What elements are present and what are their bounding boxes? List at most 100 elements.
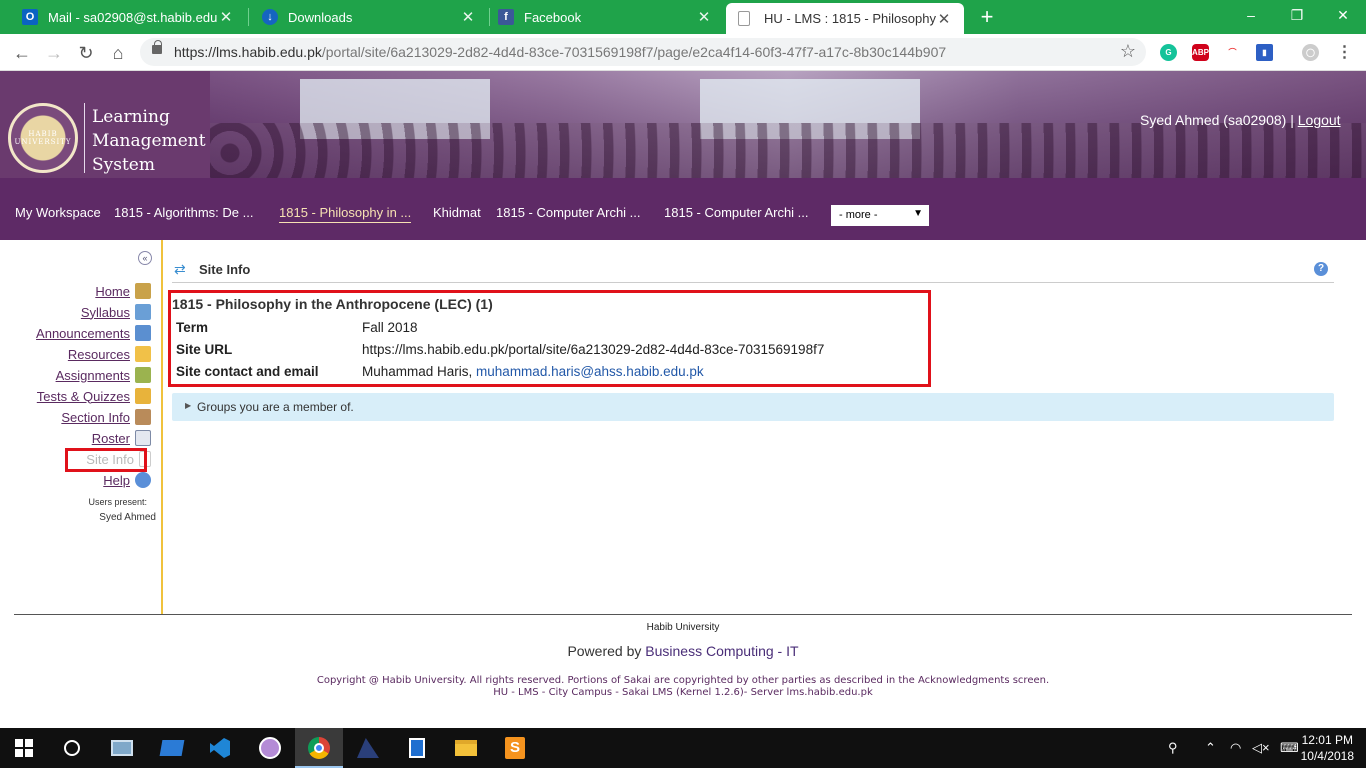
tool-section-info[interactable]: Section Info (61, 408, 151, 426)
tool-label[interactable]: Announcements (36, 326, 130, 341)
tool-label[interactable]: Resources (68, 347, 130, 362)
tool-resources[interactable]: Resources (68, 345, 151, 363)
seal-text: HABIB UNIVERSITY (14, 130, 72, 146)
tool-label[interactable]: Assignments (56, 368, 130, 383)
grammarly-icon[interactable]: G (1160, 44, 1177, 61)
close-icon[interactable]: ✕ (936, 10, 952, 28)
computer-app-icon[interactable] (158, 734, 186, 762)
tab-mail[interactable]: O Mail - sa02908@st.habib.edu.pk ✕ (10, 0, 246, 34)
facebook-icon: f (498, 9, 514, 25)
search-icon[interactable] (58, 734, 86, 762)
logout-link[interactable]: Logout (1298, 112, 1341, 128)
tab-label: Facebook (524, 9, 582, 25)
tab-facebook[interactable]: f Facebook ✕ (486, 0, 724, 34)
new-tab-button[interactable]: + (976, 4, 998, 30)
logo-line: System (92, 155, 155, 175)
groups-toggle[interactable]: ▶ Groups you are a member of. (172, 393, 1334, 421)
users-present-name: Syed Ahmed (99, 512, 156, 523)
tool-label[interactable]: Home (95, 284, 130, 299)
dropdown-arrow-icon: ▼ (913, 208, 923, 219)
tab-lms[interactable]: HU - LMS : 1815 - Philosophy in t ✕ (726, 3, 964, 34)
powered-prefix: Powered by (567, 643, 642, 659)
tool-tests-quizzes[interactable]: Tests & Quizzes (37, 387, 151, 405)
collapse-nav-icon[interactable]: « (138, 251, 152, 265)
footer-org: Habib University (646, 622, 720, 633)
close-icon[interactable]: ✕ (460, 8, 476, 26)
menu-kebab-icon[interactable]: ⋮ (1336, 44, 1353, 61)
expand-triangle-icon: ▶ (185, 401, 192, 410)
tool-label[interactable]: Help (103, 473, 130, 488)
forward-icon[interactable]: → (40, 39, 68, 67)
profile-icon[interactable]: ◯ (1302, 44, 1319, 61)
people-icon[interactable]: ⚲ (1168, 740, 1178, 756)
windows-start-icon[interactable] (10, 734, 38, 762)
tool-help[interactable]: Help (103, 471, 151, 489)
maximize-button[interactable]: ❐ (1274, 0, 1320, 30)
extension-icon[interactable]: ▮ (1256, 44, 1273, 61)
site-tab-my-workspace[interactable]: My Workspace (15, 205, 101, 220)
home-icon[interactable]: ⌂ (104, 39, 132, 67)
lock-icon (152, 40, 162, 54)
powered-brand[interactable]: Business Computing - IT (645, 643, 798, 659)
tool-announcements[interactable]: Announcements (36, 324, 151, 342)
url-host: https://lms.habib.edu.pk (174, 44, 322, 60)
user-name: Syed Ahmed (sa02908) (1140, 112, 1287, 128)
this-pc-icon[interactable] (108, 734, 136, 762)
system-clock[interactable]: 12:01 PM 10/4/2018 (1301, 732, 1354, 764)
reload-icon[interactable]: ↻ (72, 39, 100, 67)
close-window-button[interactable]: ✕ (1320, 0, 1366, 30)
browser-toolbar: ← → ↻ ⌂ https://lms.habib.edu.pk/portal/… (0, 34, 1366, 71)
people-icon (135, 409, 151, 425)
url-text: https://lms.habib.edu.pk/portal/site/6a2… (174, 44, 946, 60)
site-nav-bar: My Workspace 1815 - Algorithms: De ... 1… (0, 178, 1366, 240)
site-tab-algorithms[interactable]: 1815 - Algorithms: De ... (114, 205, 253, 220)
help-icon[interactable]: ? (1314, 262, 1328, 276)
address-bar[interactable]: https://lms.habib.edu.pk/portal/site/6a2… (140, 38, 1146, 66)
syllabus-icon (135, 304, 151, 320)
bookmark-star-icon[interactable]: ☆ (1120, 41, 1136, 62)
pencil-icon (135, 388, 151, 404)
tool-home[interactable]: Home (95, 282, 151, 300)
more-sites-select[interactable]: - more - ▼ (831, 205, 929, 226)
github-desktop-icon[interactable] (256, 734, 284, 762)
rainbow-extension-icon[interactable]: ⌒ (1224, 44, 1241, 61)
tool-label[interactable]: Syllabus (81, 305, 130, 320)
roster-card-icon (135, 430, 151, 446)
photos-icon[interactable] (403, 734, 431, 762)
volume-icon[interactable]: ◁× (1252, 740, 1270, 756)
site-tab-khidmat[interactable]: Khidmat (433, 205, 481, 220)
minimize-button[interactable]: – (1228, 0, 1274, 30)
tool-label[interactable]: Section Info (61, 410, 130, 425)
close-icon[interactable]: ✕ (696, 8, 712, 26)
header-banner: HABIB UNIVERSITY Learning Management Sys… (0, 71, 1366, 178)
lms-logo-text[interactable]: Learning Management System (92, 105, 206, 177)
show-hidden-icons[interactable]: ⌃ (1205, 740, 1216, 756)
tool-syllabus[interactable]: Syllabus (81, 303, 151, 321)
tab-downloads[interactable]: ↓ Downloads ✕ (250, 0, 488, 34)
tool-assignments[interactable]: Assignments (56, 366, 151, 384)
tool-label[interactable]: Roster (92, 431, 130, 446)
tool-label[interactable]: Tests & Quizzes (37, 389, 130, 404)
folder-icon (135, 346, 151, 362)
wifi-icon[interactable]: ◠ (1230, 740, 1241, 756)
megaphone-icon (135, 325, 151, 341)
back-icon[interactable]: ← (8, 39, 36, 67)
file-explorer-icon[interactable] (452, 734, 480, 762)
sublime-text-icon[interactable]: S (501, 734, 529, 762)
adblock-icon[interactable]: ABP (1192, 44, 1209, 61)
chrome-icon[interactable] (295, 728, 343, 768)
language-icon[interactable]: ⌨ (1280, 740, 1299, 756)
close-icon[interactable]: ✕ (218, 8, 234, 26)
site-tab-computer-arch-1[interactable]: 1815 - Computer Archi ... (496, 205, 641, 220)
university-seal-logo[interactable]: HABIB UNIVERSITY (8, 103, 78, 173)
page-icon (738, 11, 750, 26)
logo-line: Learning (92, 107, 170, 127)
vscode-icon[interactable] (206, 734, 234, 762)
logo-line: Management (92, 131, 206, 151)
site-tab-computer-arch-2[interactable]: 1815 - Computer Archi ... (664, 205, 809, 220)
users-present-label: Users present: (88, 497, 147, 507)
reset-icon[interactable]: ⇄ (174, 261, 186, 278)
eclipse-icon[interactable] (354, 734, 382, 762)
site-tab-philosophy[interactable]: 1815 - Philosophy in ... (279, 205, 412, 223)
tool-roster[interactable]: Roster (92, 429, 151, 447)
